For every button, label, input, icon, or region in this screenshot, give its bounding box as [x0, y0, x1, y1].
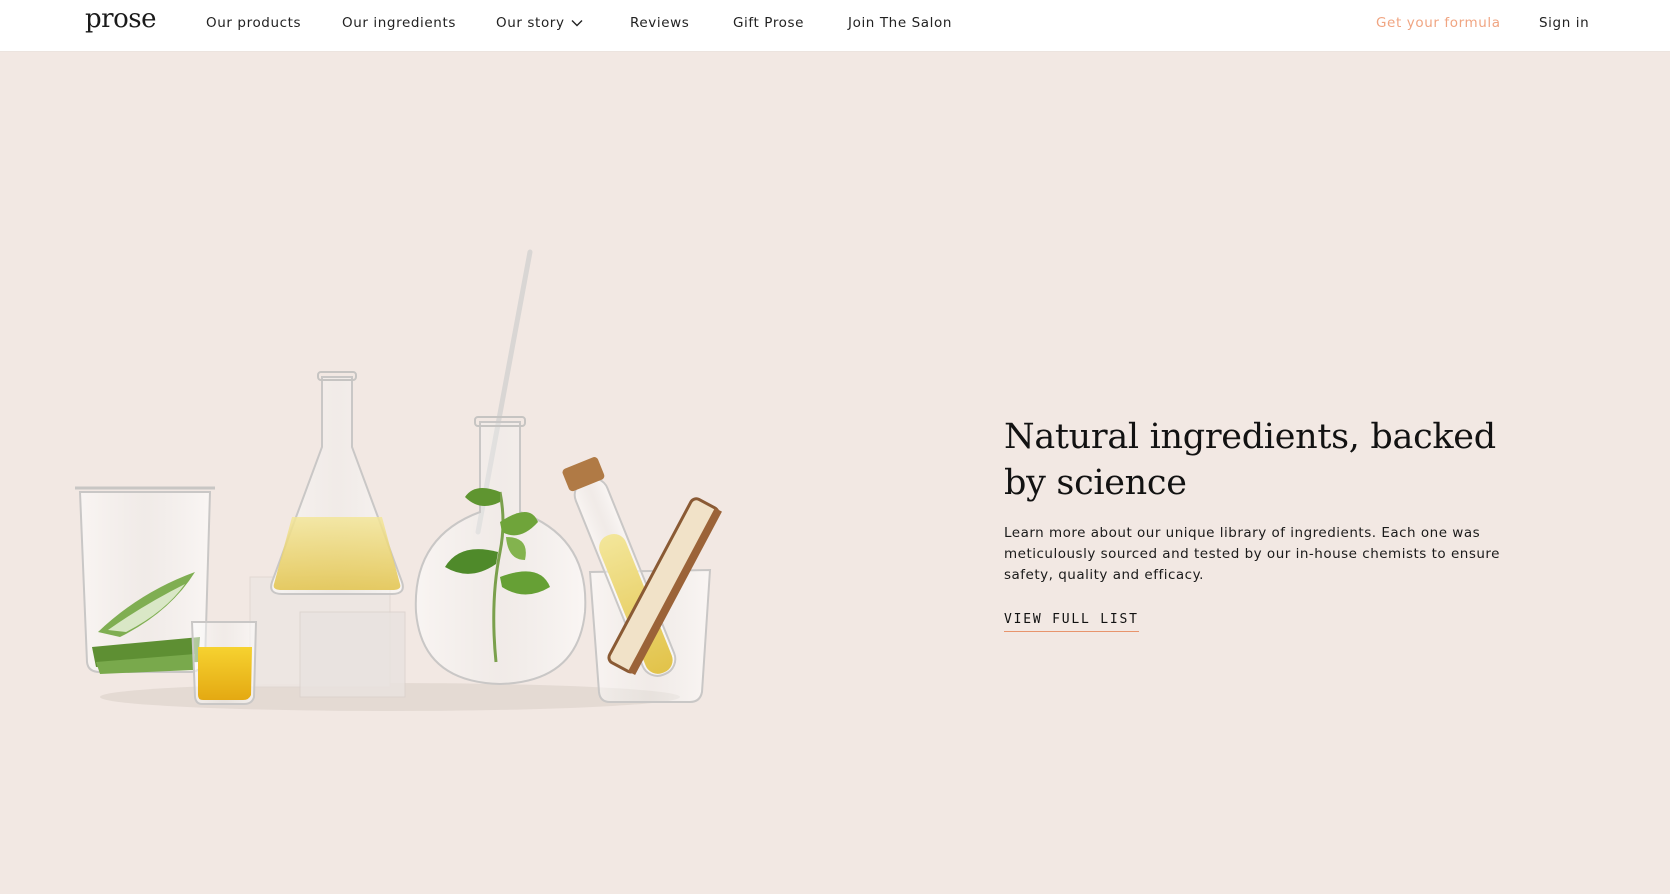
nav-reviews[interactable]: Reviews — [630, 15, 689, 31]
hero-headline: Natural ingredients, backed by science — [1004, 417, 1496, 503]
nav-our-story[interactable]: Our story — [496, 15, 583, 31]
nav-join-the-salon[interactable]: Join The Salon — [848, 15, 952, 31]
top-navigation: prose Our products Our ingredients Our s… — [0, 0, 1670, 52]
nav-our-products[interactable]: Our products — [206, 15, 301, 31]
hero-section: Natural ingredients, backed by science L… — [0, 52, 1670, 894]
chevron-down-icon — [571, 20, 583, 27]
prose-logo[interactable]: prose — [85, 4, 156, 34]
get-your-formula-link[interactable]: Get your formula — [1376, 15, 1501, 31]
nav-our-ingredients[interactable]: Our ingredients — [342, 15, 456, 31]
sign-in-link[interactable]: Sign in — [1539, 15, 1589, 31]
view-full-list-link[interactable]: VIEW FULL LIST — [1004, 612, 1139, 632]
nav-our-story-label: Our story — [496, 15, 565, 31]
lab-glassware-illustration — [75, 249, 722, 711]
nav-gift-prose[interactable]: Gift Prose — [733, 15, 804, 31]
hero-description: Learn more about our unique library of i… — [1004, 525, 1500, 583]
